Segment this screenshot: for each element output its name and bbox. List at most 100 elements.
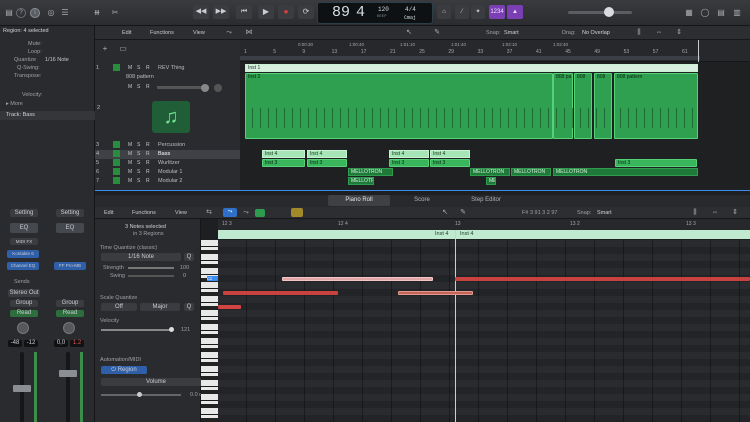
editor-ruler[interactable] xyxy=(218,219,750,230)
note-selected-2[interactable] xyxy=(398,291,473,295)
tuner-button[interactable]: ⁄ xyxy=(455,5,469,19)
h-zoom-icon[interactable]: ⇔ xyxy=(654,28,664,38)
note-5[interactable] xyxy=(218,305,241,309)
tab-score[interactable]: Score xyxy=(395,195,449,206)
notepad-icon[interactable]: ▦ xyxy=(684,8,694,18)
region-inst1[interactable]: Inst 1 xyxy=(245,64,698,72)
editor-region-b[interactable]: Inst 4 xyxy=(460,231,473,237)
velocity-slider[interactable] xyxy=(101,329,171,331)
region-mod1-2[interactable]: MELLOTRON xyxy=(470,168,510,176)
strip-left-read[interactable]: Read xyxy=(10,310,38,317)
automation-knob[interactable] xyxy=(137,392,142,397)
forward-button[interactable]: ▶▶ xyxy=(213,5,229,19)
pointer-tool-icon[interactable]: ↖ xyxy=(404,28,414,38)
filter-icon[interactable]: ⇆ xyxy=(204,208,214,218)
count-in-button[interactable]: 1234 xyxy=(489,5,505,19)
help-icon[interactable]: ? xyxy=(16,8,26,18)
tab-step-editor[interactable]: Step Editor xyxy=(455,195,517,206)
list-editors-icon[interactable]: ☰ xyxy=(60,8,70,18)
region-bass-4[interactable]: Inst 4 xyxy=(430,150,470,158)
library-icon[interactable]: ▤ xyxy=(4,8,14,18)
strip-left-instrument[interactable]: Kontakte 6 xyxy=(7,250,39,258)
swing-slider[interactable] xyxy=(128,275,174,277)
region-bass-2[interactable]: Inst 4 xyxy=(307,150,347,158)
track-row-2[interactable]: 2 ♫ xyxy=(95,95,240,139)
region-header[interactable]: Region: 4 selected xyxy=(3,28,49,34)
track-name[interactable]: Modular 1 xyxy=(158,169,182,175)
strip-right-eq[interactable]: EQ xyxy=(56,223,84,233)
region-inst2[interactable]: Inst 2 xyxy=(245,73,553,139)
velocity-knob[interactable] xyxy=(169,327,174,332)
media-icon[interactable]: ▥ xyxy=(732,8,742,18)
strip-left-output[interactable]: Stereo Out xyxy=(8,289,40,297)
tab-piano-roll[interactable]: Piano Roll xyxy=(328,195,390,206)
lcd-display[interactable]: 89 4 120 KEEP 4/4 Cmaj xyxy=(317,2,433,24)
cycle-button[interactable]: ⟳ xyxy=(298,5,314,19)
track-name[interactable]: Bass xyxy=(158,151,170,157)
strip-left-pan-knob[interactable] xyxy=(17,322,29,334)
editor-view-menu[interactable]: View xyxy=(175,210,187,216)
editor-vzoom-icon[interactable]: ⇕ xyxy=(730,208,740,218)
track-name[interactable]: REV Thing xyxy=(158,65,185,71)
catch-icon[interactable]: ⤳ xyxy=(224,28,234,38)
region-mod1-3[interactable]: MELLOTRON xyxy=(511,168,551,176)
region-mod2-2[interactable]: ME xyxy=(486,177,496,185)
scale-type-select[interactable]: Major xyxy=(140,303,180,311)
track-name[interactable]: Modular 2 xyxy=(158,178,182,184)
strip-right-setting[interactable]: Setting xyxy=(56,209,84,217)
split-divider[interactable] xyxy=(95,190,750,191)
replace-button[interactable]: ⌂ xyxy=(437,5,451,19)
note-selected-1[interactable] xyxy=(282,277,433,281)
smart-controls-icon[interactable]: ◎ xyxy=(46,8,56,18)
automation-param-select[interactable]: Volume xyxy=(101,378,211,386)
track-row-5[interactable]: 5 MSR Wurlitzer xyxy=(95,159,240,168)
region-808-pattern[interactable]: 808 pattern xyxy=(614,73,698,139)
track-row-7[interactable]: 7 MSR Modular 2 xyxy=(95,177,240,186)
strip-left-eq[interactable]: EQ xyxy=(10,223,38,233)
editor-hzoom-icon[interactable]: ⇔ xyxy=(710,208,720,218)
note-2[interactable] xyxy=(455,277,750,281)
region-808-c[interactable]: 808 xyxy=(594,73,612,139)
strip-right-plugin[interactable]: FF Pro-MB xyxy=(54,262,86,270)
strip-left-channel-eq[interactable]: Channel EQ xyxy=(7,262,39,270)
info-icon[interactable]: i xyxy=(30,8,40,18)
track-name[interactable]: 808 pattern xyxy=(126,74,154,80)
region-mod1-4[interactable]: MELLOTRON xyxy=(553,168,698,176)
automation-region-button[interactable]: ⏻ Region xyxy=(101,366,147,374)
strip-right-fader-cap[interactable] xyxy=(59,370,77,377)
track-row-4[interactable]: 4 MSR Bass xyxy=(95,150,240,159)
track-row-1[interactable]: 1 MSR REV Thing xyxy=(95,64,240,73)
strip-right-fader-track[interactable] xyxy=(66,352,70,422)
region-bass-3[interactable]: Inst 4 xyxy=(389,150,429,158)
editor-playhead[interactable] xyxy=(455,230,456,422)
strip-left-group[interactable]: Group xyxy=(10,300,38,307)
track-options-icon[interactable]: ▭ xyxy=(118,44,128,54)
track-header[interactable]: Track: Bass xyxy=(6,112,35,118)
strip-left-midi-fx[interactable]: MIDI FX xyxy=(10,238,38,245)
editor-pencil-icon[interactable]: ✎ xyxy=(458,208,468,218)
strip-left-setting[interactable]: Setting xyxy=(10,209,38,217)
editor-pointer-icon[interactable]: ↖ xyxy=(440,208,450,218)
tracks-view-menu[interactable]: View xyxy=(193,30,205,36)
region-wurl-5[interactable]: Inst 3 xyxy=(615,159,697,167)
piano-keyboard[interactable] xyxy=(201,240,218,422)
metronome-button[interactable]: ▲ xyxy=(507,5,523,19)
quantize-value[interactable]: 1/16 Note xyxy=(45,57,69,63)
region-808-a[interactable]: 808 pa xyxy=(553,73,573,139)
strip-right-pan-knob[interactable] xyxy=(63,322,75,334)
master-volume-slider[interactable] xyxy=(568,11,632,14)
track-row-3[interactable]: 3 MSR Percussion xyxy=(95,141,240,150)
add-track-icon[interactable]: + xyxy=(100,44,110,54)
region-808-b[interactable]: 808 xyxy=(574,73,592,139)
piano-icon[interactable] xyxy=(255,209,265,217)
track-row-808[interactable]: 808 pattern MSR xyxy=(95,73,240,95)
region-mod1-1[interactable]: MELLOTRON xyxy=(348,168,393,176)
browser-icon[interactable]: ▤ xyxy=(716,8,726,18)
scale-quantize-button[interactable]: Q xyxy=(184,303,194,311)
strip-right-read[interactable]: Read xyxy=(56,310,84,317)
region-wurl-2[interactable]: Inst 3 xyxy=(307,159,347,167)
region-bass-1[interactable]: Inst 4 xyxy=(262,150,305,158)
midi-in-icon[interactable]: ⤳ xyxy=(223,208,237,217)
mixer-icon[interactable]: ⧻ xyxy=(92,8,102,18)
region-wurl-4[interactable]: Inst 3 xyxy=(430,159,470,167)
